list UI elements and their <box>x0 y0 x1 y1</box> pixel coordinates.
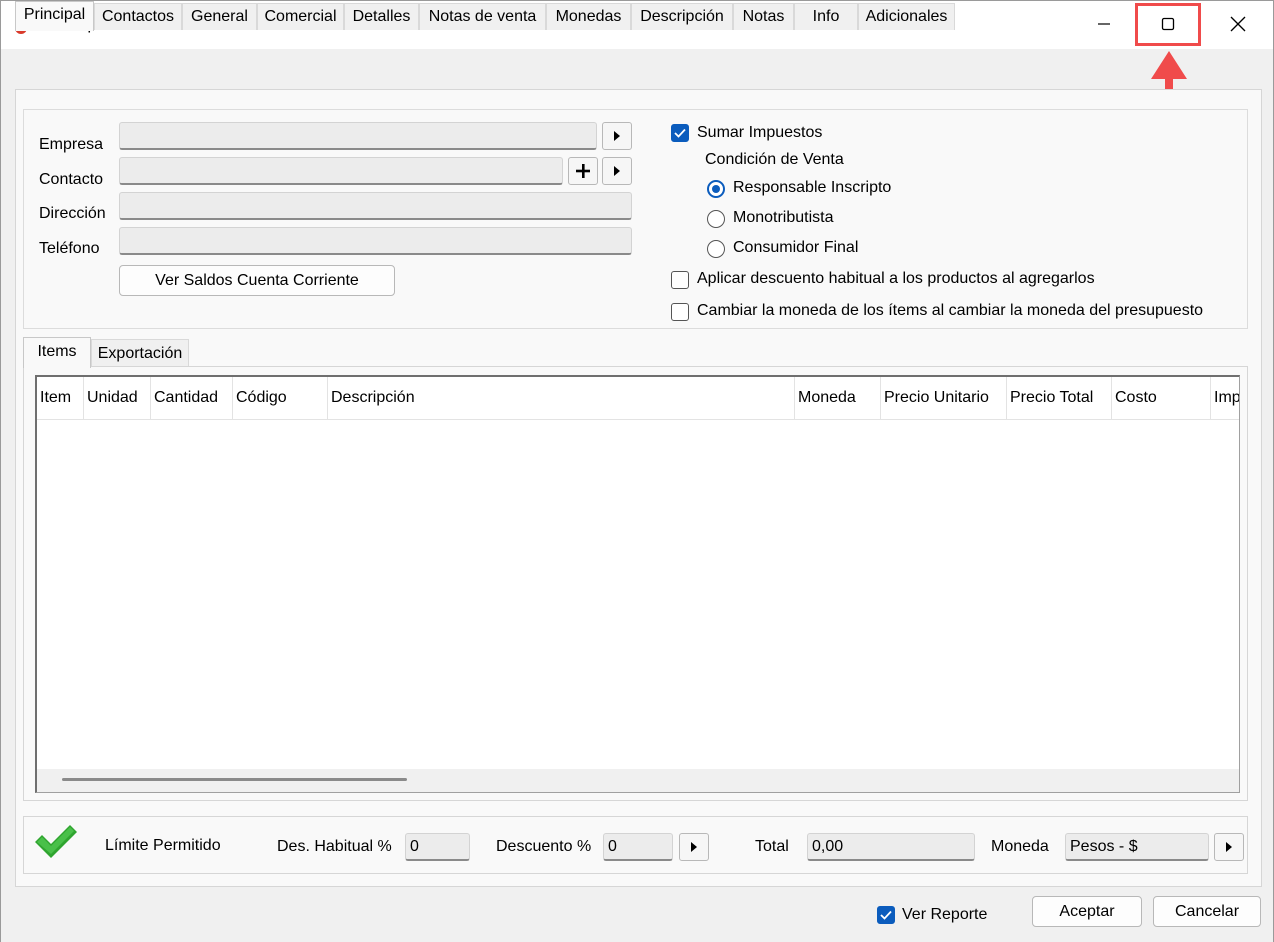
descuento-label: Descuento % <box>496 838 592 855</box>
tab-notas-de-venta[interactable]: Notas de venta <box>419 3 546 30</box>
cambiar-moneda-label: Cambiar la moneda de los ítems al cambia… <box>697 302 1204 319</box>
tab-label: Exportación <box>97 345 183 362</box>
monotributista-label: Monotributista <box>733 209 834 226</box>
tab-principal[interactable]: Principal <box>15 1 94 31</box>
tab-label: Items <box>37 343 77 360</box>
tab-label: General <box>191 8 248 25</box>
direccion-label: Dirección <box>39 205 106 222</box>
maximize-highlight-box <box>1135 3 1201 46</box>
aceptar-button[interactable]: Aceptar <box>1032 896 1142 927</box>
column-header-item[interactable]: Item <box>37 377 84 420</box>
presupuestos-window: Presupuestos Principal Contactos General… <box>0 0 1274 942</box>
responsable-inscripto-radio[interactable] <box>707 180 725 198</box>
tab-descripcion[interactable]: Descripción <box>631 3 733 30</box>
minimize-button[interactable] <box>1071 1 1137 47</box>
aplicar-descuento-checkbox[interactable] <box>671 271 689 289</box>
descuento-field[interactable]: 0 <box>603 833 673 861</box>
column-header-descripcion[interactable]: Descripción <box>328 377 795 420</box>
tab-label: Comercial <box>264 8 337 25</box>
descuento-select-button[interactable] <box>679 833 709 861</box>
tab-label: Descripción <box>640 8 724 25</box>
play-arrow-icon <box>691 842 697 852</box>
scrollbar-thumb[interactable] <box>62 778 407 781</box>
empresa-select-button[interactable] <box>602 122 632 150</box>
checkmark-icon <box>674 128 686 138</box>
tab-monedas[interactable]: Monedas <box>546 3 631 30</box>
plus-icon <box>576 164 590 178</box>
tab-label: Notas de venta <box>428 8 537 25</box>
column-header-unidad[interactable]: Unidad <box>84 377 151 420</box>
add-contacto-button[interactable] <box>568 157 598 185</box>
consumidor-final-radio[interactable] <box>707 240 725 258</box>
tab-label: Detalles <box>352 8 411 25</box>
contacto-label: Contacto <box>39 171 104 188</box>
tab-contactos[interactable]: Contactos <box>94 3 182 30</box>
column-header-precio-unitario[interactable]: Precio Unitario <box>881 377 1007 420</box>
sumar-impuestos-checkbox[interactable] <box>671 124 689 142</box>
ver-reporte-checkbox[interactable] <box>877 906 895 924</box>
column-header-moneda[interactable]: Moneda <box>795 377 881 420</box>
total-label: Total <box>755 838 789 855</box>
close-icon <box>1230 16 1246 32</box>
play-arrow-icon <box>614 131 620 141</box>
tab-label: Contactos <box>101 8 175 25</box>
column-header-precio-total[interactable]: Precio Total <box>1007 377 1112 420</box>
limite-permitido-label: Límite Permitido <box>105 837 221 854</box>
telefono-label: Teléfono <box>39 240 100 257</box>
empresa-label: Empresa <box>39 136 104 153</box>
tab-info[interactable]: Info <box>794 3 858 30</box>
tab-label: Principal <box>23 6 86 23</box>
play-arrow-icon <box>614 166 620 176</box>
column-header-cantidad[interactable]: Cantidad <box>151 377 233 420</box>
contacto-select-button[interactable] <box>602 157 632 185</box>
tab-items[interactable]: Items <box>23 337 91 368</box>
tab-label: Monedas <box>555 8 622 25</box>
tab-exportacion[interactable]: Exportación <box>91 339 189 368</box>
cancelar-button[interactable]: Cancelar <box>1153 896 1261 927</box>
aplicar-descuento-label: Aplicar descuento habitual a los product… <box>697 270 1095 287</box>
condicion-venta-label: Condición de Venta <box>705 151 844 168</box>
total-field[interactable]: 0,00 <box>807 833 975 861</box>
horizontal-scrollbar[interactable] <box>37 769 1239 792</box>
checkmark-ok-icon <box>35 825 77 858</box>
tab-general[interactable]: General <box>182 3 257 30</box>
empresa-field[interactable] <box>119 122 597 150</box>
consumidor-final-label: Consumidor Final <box>733 239 859 256</box>
direccion-field[interactable] <box>119 192 632 220</box>
moneda-field[interactable]: Pesos - $ <box>1065 833 1209 861</box>
tab-label: Notas <box>742 8 785 25</box>
items-grid[interactable]: Item Unidad Cantidad Código Descripción … <box>35 375 1240 793</box>
column-header-codigo[interactable]: Código <box>233 377 328 420</box>
tab-adicionales[interactable]: Adicionales <box>858 3 955 30</box>
ver-saldos-button[interactable]: Ver Saldos Cuenta Corriente <box>119 265 395 296</box>
grid-header: Item Unidad Cantidad Código Descripción … <box>37 377 1239 420</box>
play-arrow-icon <box>1226 842 1232 852</box>
tab-notas[interactable]: Notas <box>733 3 794 30</box>
tab-label: Info <box>812 8 840 25</box>
tab-detalles[interactable]: Detalles <box>344 3 419 30</box>
close-button[interactable] <box>1205 1 1271 47</box>
monotributista-radio[interactable] <box>707 210 725 228</box>
contacto-field[interactable] <box>119 157 563 185</box>
des-habitual-field[interactable]: 0 <box>405 833 470 861</box>
column-header-imp[interactable]: Imp <box>1211 377 1239 420</box>
column-header-costo[interactable]: Costo <box>1112 377 1211 420</box>
telefono-field[interactable] <box>119 227 632 255</box>
minimize-icon <box>1098 23 1110 25</box>
ver-reporte-label: Ver Reporte <box>902 906 988 923</box>
moneda-label: Moneda <box>991 838 1049 855</box>
responsable-inscripto-label: Responsable Inscripto <box>733 179 892 196</box>
checkmark-icon <box>880 910 892 920</box>
cambiar-moneda-checkbox[interactable] <box>671 303 689 321</box>
tab-comercial[interactable]: Comercial <box>257 3 344 30</box>
tab-label: Adicionales <box>865 8 948 25</box>
moneda-select-button[interactable] <box>1214 833 1244 861</box>
des-habitual-label: Des. Habitual % <box>277 838 392 855</box>
sumar-impuestos-label: Sumar Impuestos <box>697 124 823 141</box>
